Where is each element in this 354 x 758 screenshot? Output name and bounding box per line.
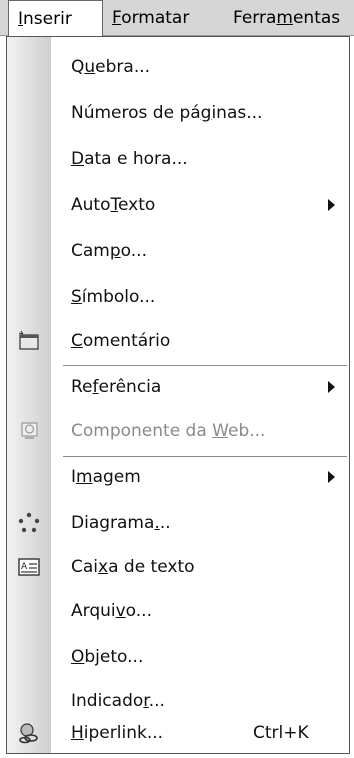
submenu-arrow-icon (328, 471, 335, 483)
menu-item-label: Símbolo... (71, 287, 156, 307)
menubar-inserir-post: nserir (23, 9, 72, 29)
submenu-arrow-icon (328, 199, 335, 211)
comment-icon (17, 329, 41, 353)
diagram-icon (17, 511, 41, 535)
menu-item-comentario[interactable]: Comentário (7, 321, 349, 361)
menu-item-numeros-de-paginas[interactable]: Números de páginas... (7, 93, 349, 133)
menu-item-componente-da-web: Componente da Web... (7, 411, 349, 451)
menu-item-simbolo[interactable]: Símbolo... (7, 277, 349, 317)
menu-item-label: Referência (71, 377, 162, 397)
menubar-inserir[interactable]: Inserir (8, 0, 103, 37)
menubar-formatar[interactable]: Formatar (112, 0, 189, 36)
menu-item-label: Arquivo... (71, 601, 152, 621)
menu-item-hiperlink[interactable]: Hiperlink... Ctrl+K (7, 713, 349, 753)
menu-item-label: Objeto... (71, 647, 144, 667)
inserir-dropdown-menu: Quebra... Números de páginas... Data e h… (6, 36, 350, 754)
menu-item-autotexto[interactable]: AutoTexto (7, 185, 349, 225)
menubar-ferramentas-pre: Ferra (233, 8, 277, 28)
menu-item-label: Data e hora... (71, 149, 188, 169)
menu-item-referencia[interactable]: Referência (7, 367, 349, 407)
menu-item-label: Campo... (71, 241, 147, 261)
hyperlink-icon (17, 721, 41, 745)
menu-item-caixa-de-texto[interactable]: A Caixa de texto (7, 547, 349, 587)
menu-item-label: Quebra... (71, 57, 151, 77)
menubar-ferramentas-post: entas (292, 8, 341, 28)
menu-item-label: Comentário (71, 331, 171, 351)
menubar-ferramentas[interactable]: Ferramentas (233, 0, 340, 36)
svg-text:A: A (21, 562, 28, 572)
menu-item-objeto[interactable]: Objeto... (7, 637, 349, 677)
text-box-icon: A (17, 555, 41, 579)
shortcut-label: Ctrl+K (253, 723, 309, 743)
menu-item-label: Diagrama... (71, 513, 171, 533)
menu-separator (63, 365, 347, 366)
menu-item-quebra[interactable]: Quebra... (7, 47, 349, 87)
menu-item-label: Caixa de texto (71, 557, 195, 577)
menu-item-imagem[interactable]: Imagem (7, 457, 349, 497)
menu-item-label: Números de páginas... (71, 103, 263, 123)
submenu-arrow-icon (328, 381, 335, 393)
menu-item-arquivo[interactable]: Arquivo... (7, 591, 349, 631)
menu-item-label: Componente da Web... (71, 421, 266, 441)
menu-item-data-e-hora[interactable]: Data e hora... (7, 139, 349, 179)
menu-item-diagrama[interactable]: Diagrama... (7, 503, 349, 543)
menubar-ferramentas-accel: m (276, 8, 293, 28)
menubar-formatar-post: ormatar (121, 8, 190, 28)
menu-item-campo[interactable]: Campo... (7, 231, 349, 271)
menu-bar: Inserir Formatar Ferramentas (0, 0, 354, 37)
menu-item-label: AutoTexto (71, 195, 156, 215)
menu-item-label: Imagem (71, 467, 141, 487)
menubar-formatar-accel: F (112, 8, 122, 28)
menu-item-label: Hiperlink... (71, 723, 164, 743)
web-component-icon (17, 419, 41, 443)
